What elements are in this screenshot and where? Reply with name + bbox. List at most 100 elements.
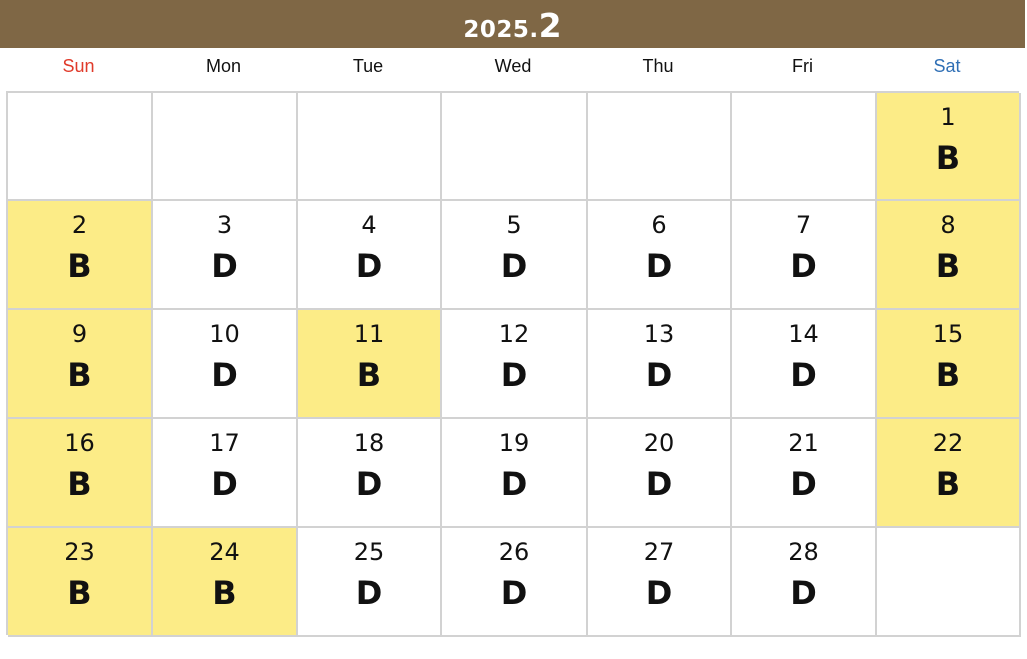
empty-cell: [588, 93, 732, 201]
day-number: 12: [498, 320, 530, 348]
day-number: 13: [643, 320, 675, 348]
day-mark: D: [211, 247, 238, 285]
day-number: 1: [940, 103, 956, 131]
day-number: 14: [788, 320, 819, 348]
empty-cell: [8, 93, 153, 201]
weekday-thursday: Thu: [642, 56, 674, 76]
day-cell-15[interactable]: 15 B: [877, 310, 1021, 419]
day-cell-26[interactable]: 26 D: [442, 528, 588, 637]
title-month: 2: [538, 6, 562, 45]
day-number: 3: [216, 211, 233, 239]
day-cell-16[interactable]: 16 B: [8, 419, 153, 528]
day-cell-28[interactable]: 28 D: [732, 528, 877, 637]
day-cell-24[interactable]: 24 B: [153, 528, 298, 637]
day-mark: D: [790, 574, 817, 612]
day-mark: D: [500, 247, 528, 285]
weekday-tuesday: Tue: [352, 56, 384, 76]
day-number: 23: [64, 538, 95, 566]
title-separator: .: [529, 17, 539, 43]
day-mark: B: [935, 465, 961, 503]
weekday-sunday: Sun: [62, 56, 95, 76]
day-number: 11: [353, 320, 385, 348]
day-cell-25[interactable]: 25 D: [298, 528, 442, 637]
day-number: 6: [651, 211, 667, 239]
day-cell-2[interactable]: 2B: [8, 201, 153, 310]
day-mark: D: [645, 465, 673, 503]
day-mark: B: [935, 356, 961, 394]
day-cell-12[interactable]: 12 D: [442, 310, 588, 419]
day-number: 28: [788, 538, 819, 566]
weekday-row: Sun Mon Tue Wed Thu Fri Sat: [6, 56, 1019, 84]
day-mark: D: [211, 356, 238, 394]
day-cell-22[interactable]: 22 B: [877, 419, 1021, 528]
day-mark: B: [67, 465, 92, 503]
empty-cell: [877, 528, 1021, 637]
calendar-header: 2025.2: [0, 0, 1025, 48]
day-cell-6[interactable]: 6D: [588, 201, 732, 310]
day-cell-7[interactable]: 7D: [732, 201, 877, 310]
day-cell-20[interactable]: 20 D: [588, 419, 732, 528]
day-number: 21: [788, 429, 819, 457]
day-cell-21[interactable]: 21 D: [732, 419, 877, 528]
day-number: 22: [932, 429, 964, 457]
day-number: 10: [209, 320, 240, 348]
day-number: 27: [643, 538, 675, 566]
day-cell-17[interactable]: 17 D: [153, 419, 298, 528]
day-mark: D: [211, 465, 238, 503]
day-number: 25: [353, 538, 385, 566]
day-mark: B: [67, 574, 92, 612]
day-mark: D: [355, 247, 383, 285]
day-cell-4[interactable]: 4D: [298, 201, 442, 310]
day-number: 20: [643, 429, 675, 457]
day-cell-3[interactable]: 3D: [153, 201, 298, 310]
day-number: 26: [498, 538, 530, 566]
day-mark: B: [67, 356, 92, 394]
day-mark: D: [500, 356, 528, 394]
weekday-saturday: Sat: [933, 56, 961, 76]
day-cell-1[interactable]: 1B: [877, 93, 1021, 201]
day-cell-18[interactable]: 18 D: [298, 419, 442, 528]
weekday-friday: Fri: [792, 56, 813, 76]
calendar-grid: 1 B 2 B 3 D 4 D 5 D 6 D 7 D 8 B 9 B 10 D 11 B 12 D 13 D 14 D 15 B 16 B 1…: [6, 91, 1021, 637]
calendar-title: 2025.2: [463, 6, 561, 45]
day-mark: B: [212, 574, 237, 612]
day-mark: D: [790, 356, 817, 394]
day-mark: D: [355, 574, 383, 612]
day-number: 15: [932, 320, 964, 348]
day-mark: D: [645, 356, 673, 394]
day-mark: B: [935, 247, 961, 285]
day-cell-14[interactable]: 14 D: [732, 310, 877, 419]
day-mark: B: [935, 139, 961, 177]
day-cell-27[interactable]: 27 D: [588, 528, 732, 637]
day-cell-19[interactable]: 19 D: [442, 419, 588, 528]
day-mark: D: [790, 465, 817, 503]
day-mark: D: [790, 247, 817, 285]
day-number: 4: [361, 211, 377, 239]
day-mark: D: [355, 465, 383, 503]
day-cell-8[interactable]: 8B: [877, 201, 1021, 310]
day-number: 24: [209, 538, 240, 566]
day-number: 17: [209, 429, 240, 457]
day-mark: B: [67, 247, 92, 285]
day-mark: D: [500, 574, 528, 612]
day-cell-9[interactable]: 9B: [8, 310, 153, 419]
day-cell-5[interactable]: 5D: [442, 201, 588, 310]
empty-cell: [732, 93, 877, 201]
day-number: 9: [71, 320, 88, 348]
day-cell-11[interactable]: 11 B: [298, 310, 442, 419]
empty-cell: [442, 93, 588, 201]
day-mark: B: [356, 356, 382, 394]
day-number: 2: [71, 211, 88, 239]
day-number: 19: [498, 429, 530, 457]
day-cell-10[interactable]: 10 D: [153, 310, 298, 419]
weekday-monday: Mon: [205, 56, 241, 76]
empty-cell: [298, 93, 442, 201]
day-cell-23[interactable]: 23 B: [8, 528, 153, 637]
day-mark: D: [645, 574, 673, 612]
day-number: 18: [353, 429, 385, 457]
title-year: 2025: [463, 17, 530, 43]
weekday-wednesday: Wed: [494, 56, 532, 76]
day-cell-13[interactable]: 13 D: [588, 310, 732, 419]
day-number: 16: [64, 429, 95, 457]
day-mark: D: [500, 465, 528, 503]
